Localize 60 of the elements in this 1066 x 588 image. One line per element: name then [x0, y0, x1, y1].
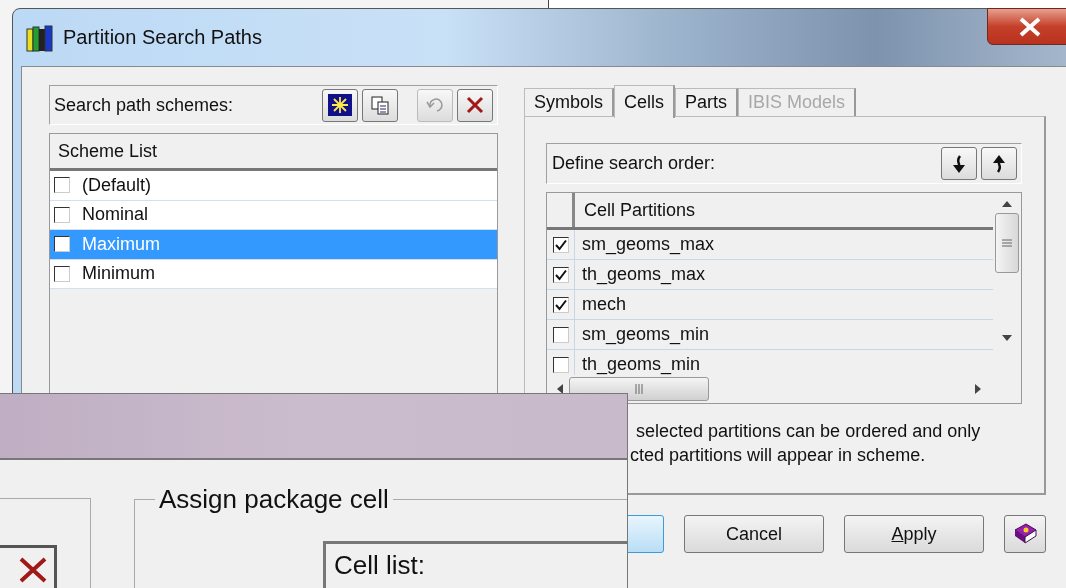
partition-name: sm_geoms_min	[581, 324, 710, 345]
delete-button[interactable]	[457, 88, 493, 122]
scroll-up-icon	[1002, 201, 1012, 207]
check-icon	[554, 298, 567, 311]
checkbox[interactable]	[552, 236, 569, 253]
arrow-up-icon	[991, 153, 1007, 174]
close-icon	[18, 556, 48, 584]
checkbox[interactable]	[552, 266, 569, 283]
scheme-item[interactable]: (Default)	[50, 171, 497, 201]
toolbar-label: Define search order:	[552, 153, 717, 174]
scheme-item[interactable]: Nominal	[50, 200, 497, 230]
toolbar-label: Search path schemes:	[54, 94, 235, 116]
note-text: cted partitions will appear in scheme.	[629, 444, 927, 467]
grip-icon	[1002, 238, 1012, 248]
undo-icon	[425, 97, 445, 113]
star-icon	[328, 94, 352, 116]
help-button[interactable]	[1004, 515, 1046, 553]
tab[interactable]: Parts	[675, 88, 739, 116]
checkbox[interactable]	[54, 236, 70, 253]
group-title: Assign package cell	[158, 484, 390, 515]
scheme-name: Maximum	[82, 233, 160, 255]
tab[interactable]: Cells	[614, 85, 676, 118]
partition-name: th_geoms_min	[581, 354, 701, 375]
scroll-left-icon	[557, 384, 563, 394]
checkbox[interactable]	[552, 326, 569, 343]
dialog-button[interactable]: Apply	[844, 515, 984, 553]
scroll-down-icon	[1002, 335, 1012, 341]
scheme-item[interactable]: Minimum	[50, 259, 497, 289]
cell-list-label: Cell list:	[334, 550, 425, 580]
move-down-button[interactable]	[941, 147, 977, 180]
checkbox[interactable]	[54, 206, 70, 223]
move-up-button[interactable]	[981, 147, 1017, 180]
checkbox[interactable]	[54, 265, 70, 282]
column-header: Cell Partitions	[583, 199, 696, 221]
copy-button[interactable]	[362, 88, 398, 122]
grip-icon	[634, 384, 644, 394]
books-icon	[25, 22, 55, 53]
partition-name: mech	[581, 294, 626, 315]
scheme-name: (Default)	[82, 174, 152, 196]
help-book-icon	[1012, 522, 1038, 546]
close-icon	[465, 95, 485, 115]
checkbox[interactable]	[552, 296, 569, 313]
partition-name: sm_geoms_max	[581, 234, 715, 255]
check-icon	[554, 238, 567, 251]
tab[interactable]: Symbols	[524, 88, 615, 116]
check-icon	[554, 268, 567, 281]
copy-icon	[370, 95, 390, 115]
new-button[interactable]	[322, 88, 358, 122]
checkbox[interactable]	[54, 177, 70, 194]
scheme-name: Nominal	[82, 204, 149, 226]
dialog-button[interactable]: Cancel	[684, 515, 824, 553]
note-text: selected partitions can be ordered and only	[635, 420, 982, 443]
scroll-right-icon	[975, 384, 981, 394]
close-button[interactable]	[987, 8, 1066, 45]
arrow-down-icon	[951, 153, 967, 174]
partition-name: th_geoms_max	[581, 264, 706, 285]
scheme-name: Minimum	[82, 263, 155, 285]
close-icon	[1017, 16, 1043, 37]
checkbox[interactable]	[552, 356, 569, 373]
window-title: Partition Search Paths	[63, 26, 262, 49]
